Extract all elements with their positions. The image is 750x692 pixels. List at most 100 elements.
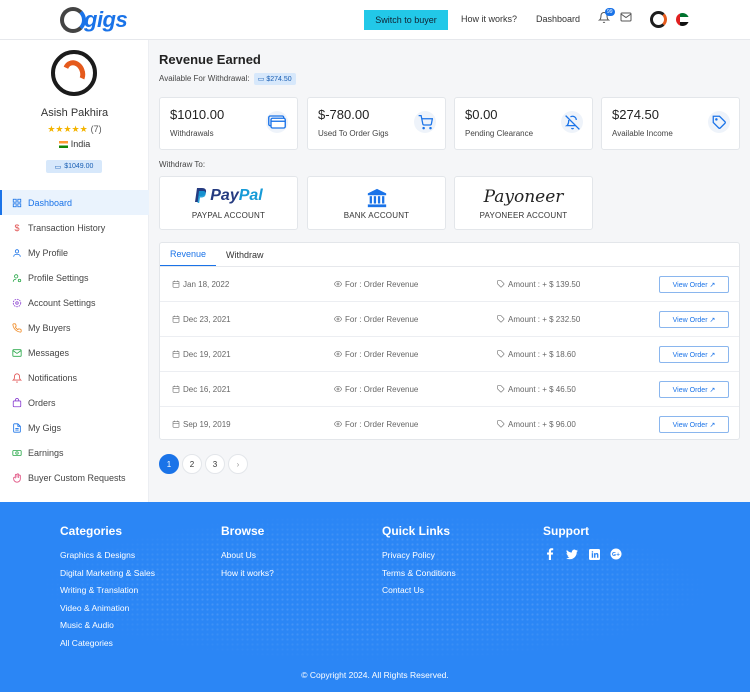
stat-card-withdrawals: $1010.00 Withdrawals — [159, 97, 298, 150]
sidebar-item-label: Orders — [28, 397, 56, 408]
payment-method-name: PAYPAL ACCOUNT — [191, 211, 266, 220]
logo-text: gigs — [84, 7, 128, 32]
sidebar-item-dashboard[interactable]: Dashboard — [0, 190, 149, 215]
tab-withdraw[interactable]: Withdraw — [216, 250, 274, 266]
view-order-button[interactable]: View Order ↗ — [659, 276, 729, 293]
transaction-amount: Amount : + $ 232.50 — [497, 315, 580, 324]
sidebar-item-account-settings[interactable]: Account Settings — [0, 290, 149, 315]
user-icon — [12, 248, 22, 258]
transaction-date: Dec 16, 2021 — [172, 385, 231, 394]
stat-label: Pending Clearance — [465, 129, 534, 138]
dashboard-link[interactable]: Dashboard — [536, 14, 580, 24]
sidebar-item-label: Notifications — [28, 372, 78, 383]
payoneer-account-card[interactable]: Payoneer PAYONEER ACCOUNT — [454, 176, 593, 230]
sidebar-item-my-gigs[interactable]: My Gigs — [0, 415, 149, 440]
user-avatar[interactable] — [650, 11, 667, 28]
transaction-tabs: Revenue Withdraw — [160, 243, 739, 267]
stat-card-available-income: $274.50 Available Income — [601, 97, 740, 150]
wallet-icon: ▭ — [54, 163, 62, 171]
sidebar-item-label: Account Settings — [28, 297, 96, 308]
payoneer-logo: Payoneer — [455, 187, 592, 207]
view-order-button[interactable]: View Order ↗ — [659, 311, 729, 328]
table-row: Dec 23, 2021 For : Order Revenue Amount … — [160, 302, 739, 337]
transaction-amount: Amount : + $ 18.60 — [497, 350, 576, 359]
site-logo[interactable]: gigs — [60, 6, 128, 34]
footer-link[interactable]: Terms & Conditions — [382, 565, 456, 583]
document-icon — [12, 422, 22, 433]
sidebar-item-messages[interactable]: Messages — [0, 340, 149, 365]
sidebar-item-buyer-custom-requests[interactable]: Buyer Custom Requests — [0, 465, 149, 490]
withdraw-to-label: Withdraw To: — [159, 160, 206, 169]
sidebar-item-label: Profile Settings — [28, 272, 89, 283]
available-for-withdrawal: Available For Withdrawal: ▭ $274.50 — [159, 73, 296, 85]
paypal-account-card[interactable]: Pay Pal PAYPAL ACCOUNT — [159, 176, 298, 230]
footer-link[interactable]: Graphics & Designs — [60, 547, 155, 565]
sidebar-item-label: Messages — [28, 347, 70, 358]
dollar-icon: $ — [14, 222, 20, 233]
footer-link[interactable]: Music & Audio — [60, 617, 155, 635]
sidebar-item-transaction-history[interactable]: $ Transaction History — [0, 215, 149, 240]
profile-avatar — [51, 50, 97, 96]
eye-icon — [334, 385, 342, 393]
footer-link[interactable]: Writing & Translation — [60, 582, 155, 600]
how-it-works-link[interactable]: How it works? — [461, 14, 517, 24]
bell-icon — [12, 372, 22, 383]
sidebar-item-my-profile[interactable]: My Profile — [0, 240, 149, 265]
eye-icon — [334, 280, 342, 288]
social-links: G+ — [543, 547, 631, 561]
available-label: Available For Withdrawal: — [159, 74, 250, 83]
uae-flag-icon[interactable] — [676, 13, 689, 26]
footer-link[interactable]: Digital Marketing & Sales — [60, 565, 155, 583]
page-3-button[interactable]: 3 — [205, 454, 225, 474]
view-order-button[interactable]: View Order ↗ — [659, 381, 729, 398]
calendar-icon — [172, 315, 180, 323]
transaction-date: Dec 19, 2021 — [172, 350, 231, 359]
sidebar-item-label: My Buyers — [28, 322, 71, 333]
view-order-button[interactable]: View Order ↗ — [659, 346, 729, 363]
mail-icon — [12, 348, 22, 358]
sidebar-item-orders[interactable]: Orders — [0, 390, 149, 415]
sidebar-item-earnings[interactable]: Earnings — [0, 440, 149, 465]
rating-count: (7) — [90, 124, 102, 134]
top-header: gigs Switch to buyer How it works? Dashb… — [0, 0, 750, 40]
transaction-date: Jan 18, 2022 — [172, 280, 229, 289]
footer-link[interactable]: About Us — [221, 547, 274, 565]
stat-card-pending-clearance: $0.00 Pending Clearance — [454, 97, 593, 150]
page-1-button[interactable]: 1 — [159, 454, 179, 474]
linkedin-icon[interactable] — [587, 547, 601, 561]
cash-icon — [12, 448, 22, 458]
sidebar-item-notifications[interactable]: Notifications — [0, 365, 149, 390]
phone-icon — [12, 322, 22, 333]
mail-icon[interactable] — [620, 11, 634, 25]
footer-link[interactable]: All Categories — [60, 635, 155, 653]
paypal-p-icon — [195, 188, 207, 203]
svg-text:G+: G+ — [612, 552, 620, 558]
transaction-for: For : Order Revenue — [334, 420, 418, 429]
sidebar-menu: Dashboard $ Transaction History My Profi… — [0, 190, 149, 490]
footer-link[interactable]: Contact Us — [382, 582, 456, 600]
switch-to-buyer-button[interactable]: Switch to buyer — [364, 10, 448, 30]
bank-account-card[interactable]: BANK ACCOUNT — [307, 176, 446, 230]
footer-link[interactable]: How it works? — [221, 565, 274, 583]
footer-link[interactable]: Privacy Policy — [382, 547, 456, 565]
india-flag-icon — [58, 141, 68, 149]
footer-link[interactable]: Video & Animation — [60, 600, 155, 618]
google-plus-icon[interactable]: G+ — [609, 547, 623, 561]
twitter-icon[interactable] — [565, 547, 579, 561]
facebook-icon[interactable] — [543, 547, 557, 561]
stat-value: $1010.00 — [170, 107, 225, 122]
rating-stars: ★★★★★ (7) — [0, 124, 149, 135]
page-2-button[interactable]: 2 — [182, 454, 202, 474]
view-order-button[interactable]: View Order ↗ — [659, 416, 729, 433]
copyright-text: © Copyright 2024. All Rights Reserved. — [301, 670, 449, 680]
stat-value: $274.50 — [612, 107, 659, 122]
tag-icon — [708, 111, 730, 133]
stat-card-used-to-order: $-780.00 Used To Order Gigs — [307, 97, 446, 150]
profile-country: India — [0, 139, 149, 149]
tab-revenue[interactable]: Revenue — [160, 249, 217, 266]
tag-icon — [497, 420, 505, 428]
table-row: Jan 18, 2022 For : Order Revenue Amount … — [160, 267, 739, 302]
next-page-button[interactable]: › — [228, 454, 248, 474]
sidebar-item-my-buyers[interactable]: My Buyers — [0, 315, 149, 340]
sidebar-item-profile-settings[interactable]: Profile Settings — [0, 265, 149, 290]
